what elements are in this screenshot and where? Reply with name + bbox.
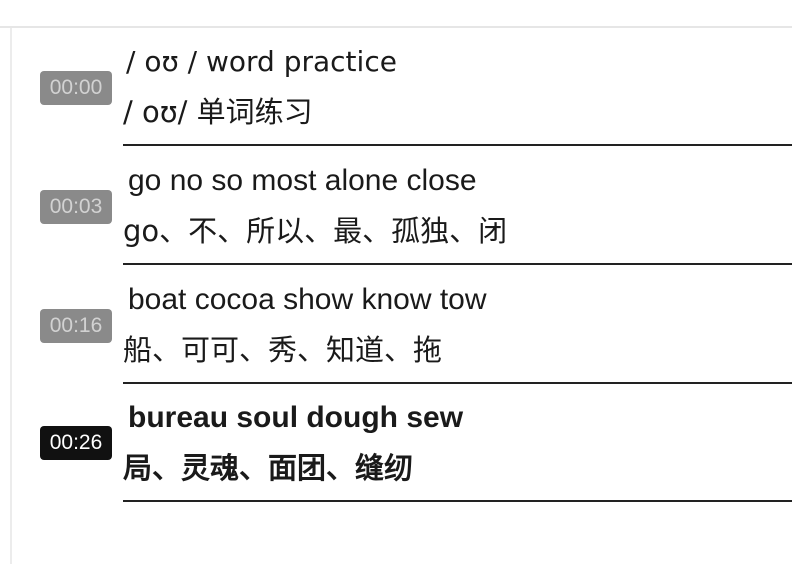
timestamp-badge[interactable]: 00:03 bbox=[40, 190, 112, 224]
transcript-line[interactable]: 00:00 / oʊ / word practice / oʊ/ 单词练习 bbox=[0, 44, 792, 163]
line-divider bbox=[123, 144, 792, 146]
line-divider bbox=[123, 263, 792, 265]
timestamp-badge[interactable]: 00:00 bbox=[40, 71, 112, 105]
chinese-text: 局、灵魂、面团、缝纫 bbox=[123, 451, 414, 485]
chinese-text: / oʊ/ 单词练习 bbox=[123, 95, 313, 129]
english-text: boat cocoa show know tow bbox=[128, 283, 487, 316]
english-text: bureau soul dough sew bbox=[128, 401, 464, 434]
line-divider bbox=[123, 382, 792, 384]
lyrics-panel: 00:00 / oʊ / word practice / oʊ/ 单词练习 00… bbox=[0, 0, 792, 564]
transcript-line[interactable]: 00:16 boat cocoa show know tow 船、可可、秀、知道… bbox=[0, 282, 792, 401]
english-text: / oʊ / word practice bbox=[126, 45, 397, 78]
timestamp-badge-current[interactable]: 00:26 bbox=[40, 426, 112, 460]
transcript-line-current[interactable]: 00:26 bureau soul dough sew 局、灵魂、面团、缝纫 bbox=[0, 400, 792, 519]
timestamp-badge[interactable]: 00:16 bbox=[40, 309, 112, 343]
top-divider bbox=[0, 26, 792, 28]
chinese-text: 船、可可、秀、知道、拖 bbox=[123, 333, 443, 367]
transcript-line[interactable]: 00:03 go no so most alone close go、不、所以、… bbox=[0, 163, 792, 282]
chinese-text: go、不、所以、最、孤独、闭 bbox=[123, 214, 508, 248]
line-divider bbox=[123, 500, 792, 502]
english-text: go no so most alone close bbox=[128, 164, 477, 197]
